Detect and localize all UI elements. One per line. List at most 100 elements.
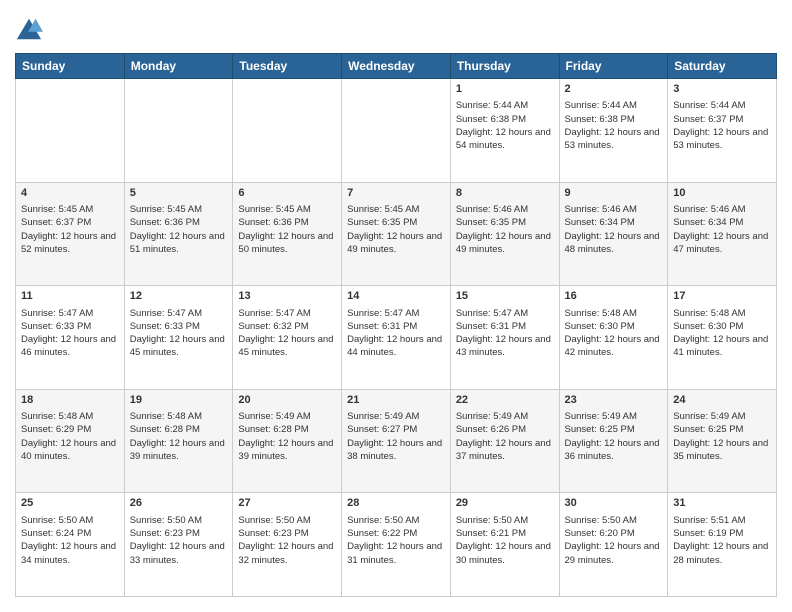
calendar-cell: 6 Sunrise: 5:45 AM Sunset: 6:36 PM Dayli…: [233, 182, 342, 286]
calendar-cell: 21 Sunrise: 5:49 AM Sunset: 6:27 PM Dayl…: [342, 389, 451, 493]
sunrise: Sunrise: 5:44 AM: [673, 100, 745, 111]
calendar-cell: 19 Sunrise: 5:48 AM Sunset: 6:28 PM Dayl…: [124, 389, 233, 493]
cell-content: 5 Sunrise: 5:45 AM Sunset: 6:36 PM Dayli…: [130, 186, 228, 257]
daylight: Daylight: 12 hours and 53 minutes.: [673, 127, 768, 151]
cell-content: 22 Sunrise: 5:49 AM Sunset: 6:26 PM Dayl…: [456, 393, 554, 464]
sunrise: Sunrise: 5:48 AM: [673, 308, 745, 319]
cell-content: 26 Sunrise: 5:50 AM Sunset: 6:23 PM Dayl…: [130, 496, 228, 567]
calendar-cell: 24 Sunrise: 5:49 AM Sunset: 6:25 PM Dayl…: [668, 389, 777, 493]
cell-content: 16 Sunrise: 5:48 AM Sunset: 6:30 PM Dayl…: [565, 289, 663, 360]
logo: [15, 15, 47, 43]
day-number: 26: [130, 496, 228, 511]
sunset: Sunset: 6:30 PM: [565, 321, 635, 332]
daylight: Daylight: 12 hours and 40 minutes.: [21, 438, 116, 462]
calendar-week-2: 4 Sunrise: 5:45 AM Sunset: 6:37 PM Dayli…: [16, 182, 777, 286]
daylight: Daylight: 12 hours and 41 minutes.: [673, 334, 768, 358]
sunset: Sunset: 6:21 PM: [456, 528, 526, 539]
day-number: 7: [347, 186, 445, 201]
calendar-cell: 8 Sunrise: 5:46 AM Sunset: 6:35 PM Dayli…: [450, 182, 559, 286]
sunrise: Sunrise: 5:45 AM: [21, 204, 93, 215]
sunrise: Sunrise: 5:48 AM: [565, 308, 637, 319]
sunset: Sunset: 6:35 PM: [456, 217, 526, 228]
calendar-cell: 1 Sunrise: 5:44 AM Sunset: 6:38 PM Dayli…: [450, 79, 559, 183]
calendar-cell: 4 Sunrise: 5:45 AM Sunset: 6:37 PM Dayli…: [16, 182, 125, 286]
day-number: 8: [456, 186, 554, 201]
daylight: Daylight: 12 hours and 39 minutes.: [130, 438, 225, 462]
cell-content: 24 Sunrise: 5:49 AM Sunset: 6:25 PM Dayl…: [673, 393, 771, 464]
calendar-cell: [342, 79, 451, 183]
sunrise: Sunrise: 5:48 AM: [21, 411, 93, 422]
day-number: 6: [238, 186, 336, 201]
sunset: Sunset: 6:28 PM: [130, 424, 200, 435]
calendar-week-5: 25 Sunrise: 5:50 AM Sunset: 6:24 PM Dayl…: [16, 493, 777, 597]
daylight: Daylight: 12 hours and 45 minutes.: [130, 334, 225, 358]
day-header-friday: Friday: [559, 54, 668, 79]
day-number: 11: [21, 289, 119, 304]
sunrise: Sunrise: 5:49 AM: [347, 411, 419, 422]
daylight: Daylight: 12 hours and 52 minutes.: [21, 231, 116, 255]
day-number: 21: [347, 393, 445, 408]
calendar-cell: [124, 79, 233, 183]
daylight: Daylight: 12 hours and 51 minutes.: [130, 231, 225, 255]
sunset: Sunset: 6:25 PM: [673, 424, 743, 435]
daylight: Daylight: 12 hours and 39 minutes.: [238, 438, 333, 462]
sunset: Sunset: 6:38 PM: [565, 114, 635, 125]
sunset: Sunset: 6:20 PM: [565, 528, 635, 539]
daylight: Daylight: 12 hours and 32 minutes.: [238, 541, 333, 565]
sunrise: Sunrise: 5:47 AM: [21, 308, 93, 319]
sunset: Sunset: 6:33 PM: [21, 321, 91, 332]
daylight: Daylight: 12 hours and 34 minutes.: [21, 541, 116, 565]
calendar-cell: 5 Sunrise: 5:45 AM Sunset: 6:36 PM Dayli…: [124, 182, 233, 286]
daylight: Daylight: 12 hours and 48 minutes.: [565, 231, 660, 255]
sunset: Sunset: 6:24 PM: [21, 528, 91, 539]
sunset: Sunset: 6:26 PM: [456, 424, 526, 435]
cell-content: 8 Sunrise: 5:46 AM Sunset: 6:35 PM Dayli…: [456, 186, 554, 257]
day-number: 14: [347, 289, 445, 304]
calendar-cell: 18 Sunrise: 5:48 AM Sunset: 6:29 PM Dayl…: [16, 389, 125, 493]
sunrise: Sunrise: 5:47 AM: [238, 308, 310, 319]
daylight: Daylight: 12 hours and 33 minutes.: [130, 541, 225, 565]
sunset: Sunset: 6:27 PM: [347, 424, 417, 435]
calendar-week-3: 11 Sunrise: 5:47 AM Sunset: 6:33 PM Dayl…: [16, 286, 777, 390]
daylight: Daylight: 12 hours and 53 minutes.: [565, 127, 660, 151]
day-number: 1: [456, 82, 554, 97]
cell-content: 4 Sunrise: 5:45 AM Sunset: 6:37 PM Dayli…: [21, 186, 119, 257]
day-header-monday: Monday: [124, 54, 233, 79]
sunset: Sunset: 6:25 PM: [565, 424, 635, 435]
daylight: Daylight: 12 hours and 31 minutes.: [347, 541, 442, 565]
cell-content: 31 Sunrise: 5:51 AM Sunset: 6:19 PM Dayl…: [673, 496, 771, 567]
sunset: Sunset: 6:38 PM: [456, 114, 526, 125]
sunrise: Sunrise: 5:50 AM: [456, 515, 528, 526]
cell-content: 27 Sunrise: 5:50 AM Sunset: 6:23 PM Dayl…: [238, 496, 336, 567]
calendar-cell: 30 Sunrise: 5:50 AM Sunset: 6:20 PM Dayl…: [559, 493, 668, 597]
header: [15, 15, 777, 43]
sunrise: Sunrise: 5:50 AM: [130, 515, 202, 526]
sunset: Sunset: 6:23 PM: [238, 528, 308, 539]
day-number: 17: [673, 289, 771, 304]
daylight: Daylight: 12 hours and 50 minutes.: [238, 231, 333, 255]
day-number: 18: [21, 393, 119, 408]
sunset: Sunset: 6:19 PM: [673, 528, 743, 539]
calendar-cell: 27 Sunrise: 5:50 AM Sunset: 6:23 PM Dayl…: [233, 493, 342, 597]
daylight: Daylight: 12 hours and 49 minutes.: [456, 231, 551, 255]
day-number: 15: [456, 289, 554, 304]
day-number: 5: [130, 186, 228, 201]
calendar-cell: 28 Sunrise: 5:50 AM Sunset: 6:22 PM Dayl…: [342, 493, 451, 597]
calendar-cell: 11 Sunrise: 5:47 AM Sunset: 6:33 PM Dayl…: [16, 286, 125, 390]
day-number: 16: [565, 289, 663, 304]
cell-content: 15 Sunrise: 5:47 AM Sunset: 6:31 PM Dayl…: [456, 289, 554, 360]
sunset: Sunset: 6:31 PM: [347, 321, 417, 332]
day-number: 24: [673, 393, 771, 408]
cell-content: 20 Sunrise: 5:49 AM Sunset: 6:28 PM Dayl…: [238, 393, 336, 464]
cell-content: 23 Sunrise: 5:49 AM Sunset: 6:25 PM Dayl…: [565, 393, 663, 464]
sunrise: Sunrise: 5:50 AM: [21, 515, 93, 526]
sunset: Sunset: 6:23 PM: [130, 528, 200, 539]
day-header-saturday: Saturday: [668, 54, 777, 79]
calendar-cell: 17 Sunrise: 5:48 AM Sunset: 6:30 PM Dayl…: [668, 286, 777, 390]
sunrise: Sunrise: 5:46 AM: [673, 204, 745, 215]
daylight: Daylight: 12 hours and 29 minutes.: [565, 541, 660, 565]
day-number: 25: [21, 496, 119, 511]
day-number: 30: [565, 496, 663, 511]
sunrise: Sunrise: 5:48 AM: [130, 411, 202, 422]
calendar-cell: 9 Sunrise: 5:46 AM Sunset: 6:34 PM Dayli…: [559, 182, 668, 286]
